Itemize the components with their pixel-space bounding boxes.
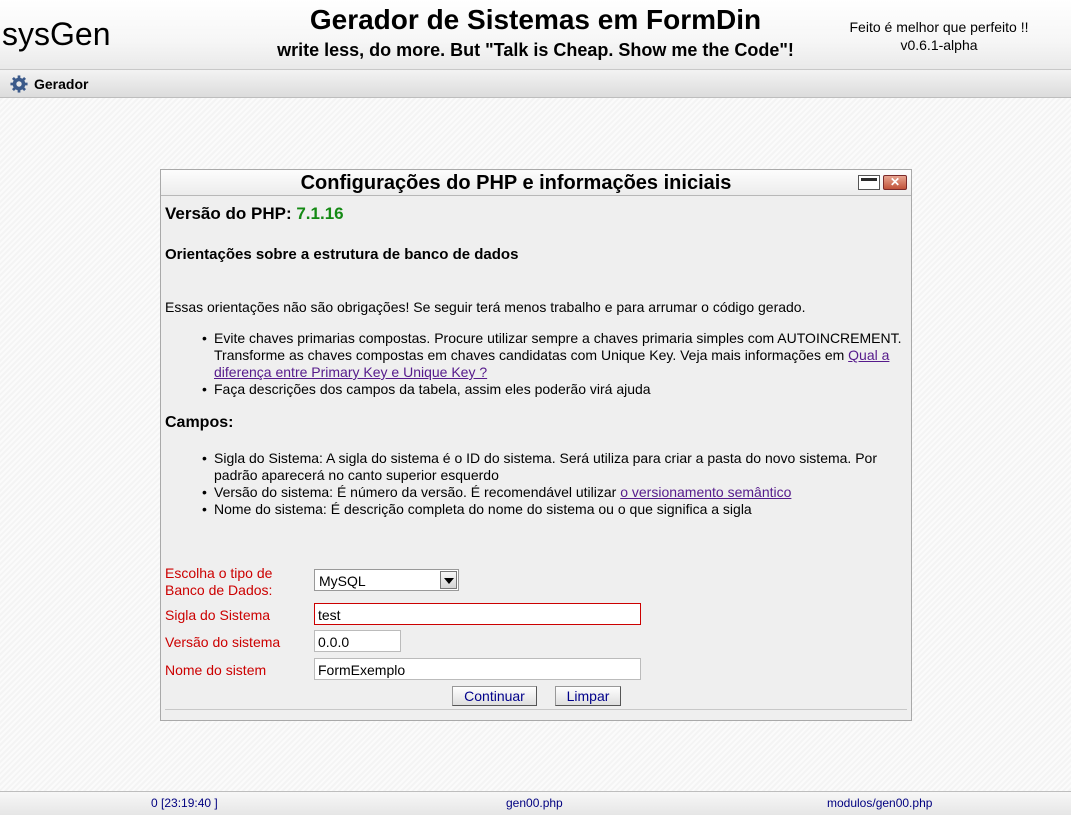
sigla-label: Sigla do Sistema <box>165 607 271 623</box>
campos-item1-text: Sigla do Sistema: A sigla do sistema é o… <box>214 450 877 483</box>
divider <box>165 709 907 710</box>
header-motto-block: Feito é melhor que perfeito !! v0.6.1-al… <box>839 18 1039 54</box>
window-title: Configurações do PHP e informações inici… <box>300 172 732 194</box>
status-right: modulos/gen00.php <box>827 796 933 810</box>
php-version-colon: : <box>285 204 292 223</box>
close-icon[interactable]: ✕ <box>883 175 907 190</box>
menu-bar: Gerador <box>0 70 1071 98</box>
php-version: Versão do PHP: 7.1.16 <box>165 204 344 224</box>
chevron-down-icon[interactable] <box>440 571 457 589</box>
gear-icon <box>10 75 28 93</box>
list-item: Nome do sistema: É descrição completa do… <box>202 501 904 518</box>
db-type-label: Escolha o tipo de Banco de Dados: <box>165 565 273 598</box>
config-window: Configurações do PHP e informações inici… <box>160 169 912 721</box>
list-item: Sigla do Sistema: A sigla do sistema é o… <box>202 450 904 484</box>
list-item: Evite chaves primarias compostas. Procur… <box>202 330 904 381</box>
campos-list: Sigla do Sistema: A sigla do sistema é o… <box>202 450 904 518</box>
menu-item-label: Gerador <box>34 76 89 92</box>
window-titlebar: Configurações do PHP e informações inici… <box>161 170 911 196</box>
continue-button[interactable]: Continuar <box>452 686 537 706</box>
menu-item-gerador[interactable]: Gerador <box>10 74 88 94</box>
status-center: gen00.php <box>506 796 563 810</box>
semver-link[interactable]: o versionamento semântico <box>620 484 791 500</box>
maximize-icon[interactable] <box>858 175 880 190</box>
orient-heading: Orientações sobre a estrutura de banco d… <box>165 246 519 263</box>
status-left: 0 [23:19:40 ] <box>151 796 218 810</box>
sigla-input[interactable]: test <box>314 603 641 625</box>
orient-item1-text: Evite chaves primarias compostas. Procur… <box>214 330 902 363</box>
campos-item2-text: Versão do sistema: É número da versão. É… <box>214 484 621 500</box>
orient-item2-text: Faça descrições dos campos da tabela, as… <box>214 381 651 397</box>
nome-label: Nome do sistem <box>165 662 267 678</box>
version-text: v0.6.1-alpha <box>900 37 978 53</box>
list-item: Versão do sistema: É número da versão. É… <box>202 484 904 501</box>
orient-list: Evite chaves primarias compostas. Procur… <box>202 330 904 398</box>
campos-item3-text: Nome do sistema: É descrição completa do… <box>214 501 752 517</box>
list-item: Faça descrições dos campos da tabela, as… <box>202 381 904 398</box>
php-version-value: 7.1.16 <box>296 204 344 223</box>
status-bar: 0 [23:19:40 ] gen00.php modulos/gen00.ph… <box>0 791 1071 815</box>
versao-label: Versão do sistema <box>165 634 281 650</box>
app-header: sysGen Gerador de Sistemas em FormDin wr… <box>0 0 1071 70</box>
versao-input[interactable]: 0.0.0 <box>314 630 401 652</box>
db-type-value: MySQL <box>319 573 366 589</box>
php-version-label: Versão do PHP <box>165 204 286 223</box>
campos-heading: Campos: <box>165 414 234 431</box>
intro-text: Essas orientações não são obrigações! Se… <box>165 299 806 315</box>
clear-button[interactable]: Limpar <box>555 686 621 706</box>
motto-text: Feito é melhor que perfeito !! <box>849 19 1029 35</box>
db-type-select[interactable]: MySQL <box>314 569 459 591</box>
nome-input[interactable]: FormExemplo <box>314 658 641 680</box>
